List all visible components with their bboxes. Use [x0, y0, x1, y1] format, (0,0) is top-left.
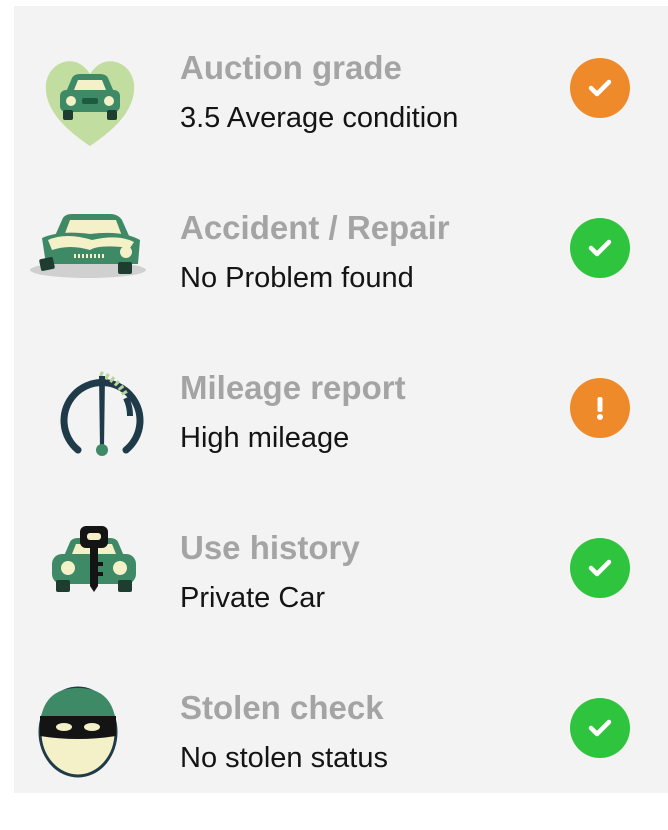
check-value: 3.5 Average condition: [180, 102, 459, 134]
check-row-use-history: Use history Private Car: [14, 520, 668, 670]
check-title: Mileage report: [180, 369, 406, 406]
check-status-icon: [570, 698, 630, 758]
car-key-icon: [30, 520, 150, 640]
check-title: Use history: [180, 529, 360, 566]
speedometer-icon: [30, 360, 150, 480]
warning-status-icon: [570, 378, 630, 438]
check-title: Accident / Repair: [180, 209, 450, 246]
check-row-mileage-report: Mileage report High mileage: [14, 360, 668, 510]
heart-car-icon: [30, 40, 150, 160]
check-row-auction-grade: Auction grade 3.5 Average condition: [14, 40, 668, 190]
vehicle-check-panel: Auction grade 3.5 Average condition Acci…: [14, 6, 668, 793]
check-title: Stolen check: [180, 689, 384, 726]
check-title: Auction grade: [180, 49, 402, 86]
thief-mask-icon: [30, 680, 150, 800]
check-value: High mileage: [180, 422, 350, 454]
check-value: Private Car: [180, 582, 326, 614]
check-row-stolen-check: Stolen check No stolen status: [14, 680, 668, 830]
check-status-icon: [570, 218, 630, 278]
check-value: No stolen status: [180, 742, 388, 774]
check-value: No Problem found: [180, 262, 414, 294]
check-status-icon: [570, 58, 630, 118]
check-status-icon: [570, 538, 630, 598]
check-row-accident-repair: Accident / Repair No Problem found: [14, 200, 668, 350]
damaged-car-icon: [30, 200, 150, 320]
